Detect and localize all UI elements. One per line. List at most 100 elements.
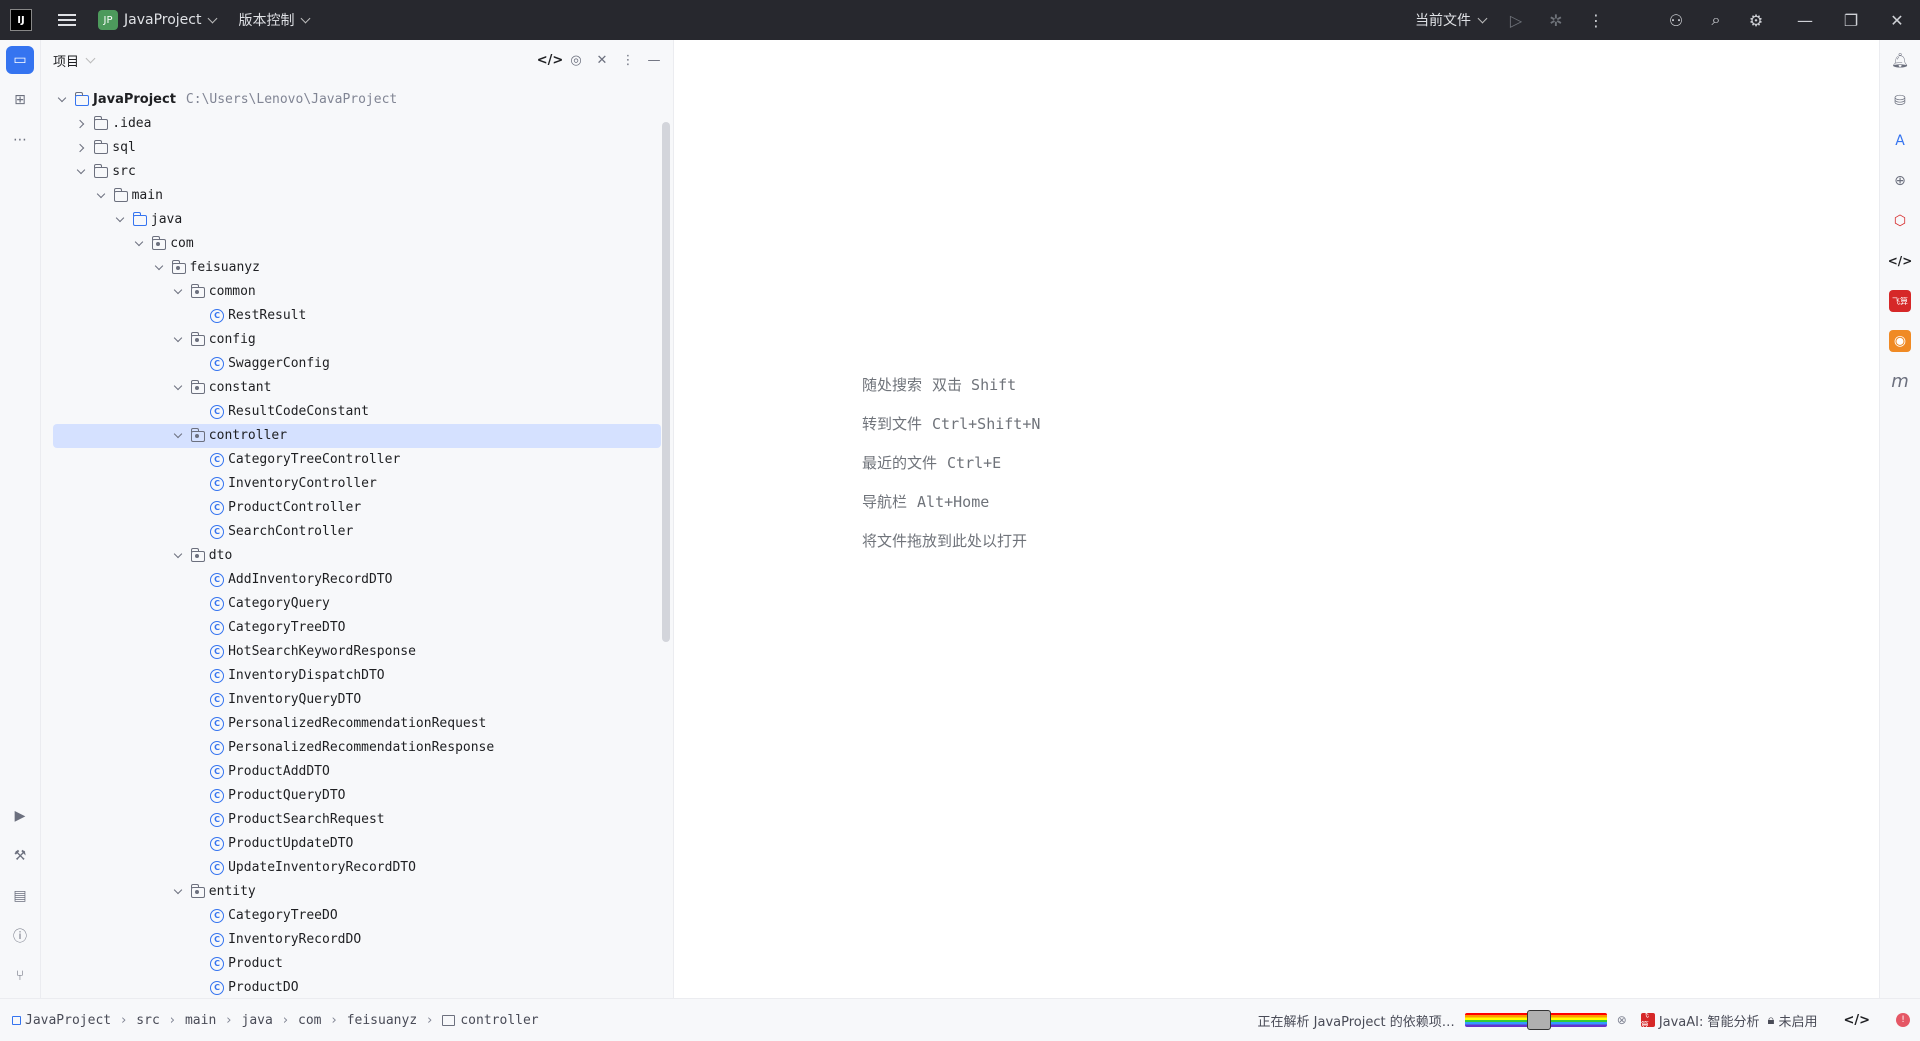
breadcrumb-item[interactable]: main <box>185 1013 216 1028</box>
breadcrumb-item[interactable]: controller <box>442 1013 539 1028</box>
chevron-down-icon[interactable] <box>171 328 187 352</box>
tree-root-javaproject[interactable]: JavaProject C:\Users\Lenovo\JavaProject <box>53 88 661 112</box>
tree-class-restresult[interactable]: C RestResult <box>53 304 661 328</box>
error-icon[interactable]: ! <box>1896 1013 1910 1027</box>
terminal-icon[interactable]: ▤ <box>6 882 34 910</box>
tree-folder-java[interactable]: java <box>53 208 661 232</box>
chevron-down-icon[interactable] <box>113 208 129 232</box>
tree-class-productcontroller[interactable]: C ProductController <box>53 496 661 520</box>
plugin-icon[interactable]: ◉ <box>1889 330 1911 352</box>
m-icon[interactable]: m <box>1889 370 1911 392</box>
tree-folder-constant[interactable]: constant <box>53 376 661 400</box>
tree-class-inventorycontroller[interactable]: C InventoryController <box>53 472 661 496</box>
tree-class-productdo[interactable]: C ProductDO <box>53 976 661 1000</box>
tree-class-resultcodeconstant[interactable]: C ResultCodeConstant <box>53 400 661 424</box>
disabled-label[interactable]: 未启用 <box>1778 1011 1817 1030</box>
tree-folder-sql[interactable]: sql <box>53 136 661 160</box>
project-selector[interactable]: JP JavaProject <box>76 0 218 40</box>
chevron-down-icon[interactable] <box>74 160 90 184</box>
tree-class-addinventoryrecorddto[interactable]: C AddInventoryRecordDTO <box>53 568 661 592</box>
vcs-menu[interactable]: 版本控制 <box>238 0 311 40</box>
chevron-down-icon[interactable] <box>171 880 187 904</box>
chevron-down-icon[interactable] <box>171 280 187 304</box>
breadcrumb-item[interactable]: src <box>136 1013 159 1028</box>
run-config-selector[interactable]: 当前文件 <box>1415 10 1488 30</box>
javaai-label[interactable]: JavaAI: 智能分析 <box>1659 1011 1760 1030</box>
tree-class-swaggerconfig[interactable]: C SwaggerConfig <box>53 352 661 376</box>
tree-class-inventoryquerydto[interactable]: C InventoryQueryDTO <box>53 688 661 712</box>
tree-class-productadddto[interactable]: C ProductAddDTO <box>53 760 661 784</box>
tree-class-categorytreedto[interactable]: C CategoryTreeDTO <box>53 616 661 640</box>
tree-class-searchcontroller[interactable]: C SearchController <box>53 520 661 544</box>
hide-panel-icon[interactable]: — <box>643 49 665 71</box>
tree-class-inventoryrecorddo[interactable]: C InventoryRecordDO <box>53 928 661 952</box>
options-icon[interactable]: ⋮ <box>617 49 639 71</box>
tree-class-hotsearchkeywordresponse[interactable]: C HotSearchKeywordResponse <box>53 640 661 664</box>
add-user-icon[interactable]: ⚇ <box>1656 0 1696 40</box>
collapse-all-icon[interactable]: ✕ <box>591 49 613 71</box>
chevron-down-icon[interactable] <box>171 376 187 400</box>
tree-folder--idea[interactable]: .idea <box>53 112 661 136</box>
endpoints-icon[interactable]: ⊕ <box>1889 170 1911 192</box>
close-icon[interactable]: ✕ <box>1874 0 1920 40</box>
chevron-down-icon[interactable] <box>152 256 168 280</box>
breadcrumb-item[interactable]: com <box>298 1013 321 1028</box>
breadcrumb-item[interactable]: feisuanyz <box>347 1013 417 1028</box>
feisuan-icon[interactable]: 飞算 <box>1889 290 1911 312</box>
tree-folder-feisuanyz[interactable]: feisuanyz <box>53 256 661 280</box>
chevron-down-icon[interactable] <box>85 53 96 63</box>
tree-class-categorytreedo[interactable]: C CategoryTreeDO <box>53 904 661 928</box>
code-with-me-icon[interactable]: </> <box>1843 1013 1870 1028</box>
breadcrumb-item[interactable]: java <box>242 1013 273 1028</box>
chevron-down-icon[interactable] <box>171 424 187 448</box>
chevron-down-icon[interactable] <box>55 88 71 112</box>
run-icon[interactable]: ▷ <box>1496 0 1536 40</box>
notifications-icon[interactable]: 🔔︎ <box>1889 50 1911 72</box>
services-icon[interactable]: ▶ <box>6 802 34 830</box>
tree-folder-src[interactable]: src <box>53 160 661 184</box>
tree-folder-dto[interactable]: dto <box>53 544 661 568</box>
search-icon[interactable]: ⌕ <box>1696 0 1736 40</box>
locate-icon[interactable]: ◎ <box>565 49 587 71</box>
tree-class-productupdatedto[interactable]: C ProductUpdateDTO <box>53 832 661 856</box>
chevron-right-icon[interactable] <box>74 112 90 136</box>
tree-class-personalizedrecommendationresponse[interactable]: C PersonalizedRecommendationResponse <box>53 736 661 760</box>
settings-icon[interactable]: ⚙ <box>1736 0 1776 40</box>
chevron-down-icon[interactable] <box>94 184 110 208</box>
tree-class-productquerydto[interactable]: C ProductQueryDTO <box>53 784 661 808</box>
structure-tool-icon[interactable]: ⊞ <box>6 86 34 114</box>
tree-class-inventorydispatchdto[interactable]: C InventoryDispatchDTO <box>53 664 661 688</box>
tree-class-categoryquery[interactable]: C CategoryQuery <box>53 592 661 616</box>
breadcrumb-item[interactable]: JavaProject <box>12 1013 111 1028</box>
tree-class-personalizedrecommendationrequest[interactable]: C PersonalizedRecommendationRequest <box>53 712 661 736</box>
tree-class-categorytreecontroller[interactable]: C CategoryTreeController <box>53 448 661 472</box>
more-tools-icon[interactable]: ⋯ <box>6 126 34 154</box>
build-icon[interactable]: ⚒ <box>6 842 34 870</box>
main-menu-icon[interactable] <box>58 14 76 26</box>
tree-class-productsearchrequest[interactable]: C ProductSearchRequest <box>53 808 661 832</box>
tree-class-updateinventoryrecorddto[interactable]: C UpdateInventoryRecordDTO <box>53 856 661 880</box>
minimize-icon[interactable]: — <box>1782 0 1828 40</box>
git-icon[interactable]: ⑂ <box>6 962 34 990</box>
code-with-me-icon[interactable]: </> <box>1888 250 1913 272</box>
tree-folder-main[interactable]: main <box>53 184 661 208</box>
cancel-progress-icon[interactable]: ⊗ <box>1617 1013 1627 1027</box>
database-icon[interactable]: ⛁ <box>1889 90 1911 112</box>
restore-icon[interactable]: ❐ <box>1828 0 1874 40</box>
debug-icon[interactable]: ✲ <box>1536 0 1576 40</box>
tree-folder-com[interactable]: com <box>53 232 661 256</box>
problems-icon[interactable]: ⓘ <box>6 922 34 950</box>
more-icon[interactable]: ⋮ <box>1576 0 1616 40</box>
panel-title[interactable]: 项目 <box>53 51 79 70</box>
tree-folder-controller[interactable]: controller <box>53 424 661 448</box>
code-with-me-icon[interactable]: </> <box>537 49 564 71</box>
tree-folder-config[interactable]: config <box>53 328 661 352</box>
tree-class-product[interactable]: C Product <box>53 952 661 976</box>
chevron-down-icon[interactable] <box>171 544 187 568</box>
tree-scrollbar[interactable] <box>662 122 670 642</box>
tree-folder-entity[interactable]: entity <box>53 880 661 904</box>
chevron-down-icon[interactable] <box>132 232 148 256</box>
maven-icon[interactable]: ⬡ <box>1889 210 1911 232</box>
chevron-right-icon[interactable] <box>74 136 90 160</box>
project-tool-icon[interactable]: ▭ <box>6 46 34 74</box>
